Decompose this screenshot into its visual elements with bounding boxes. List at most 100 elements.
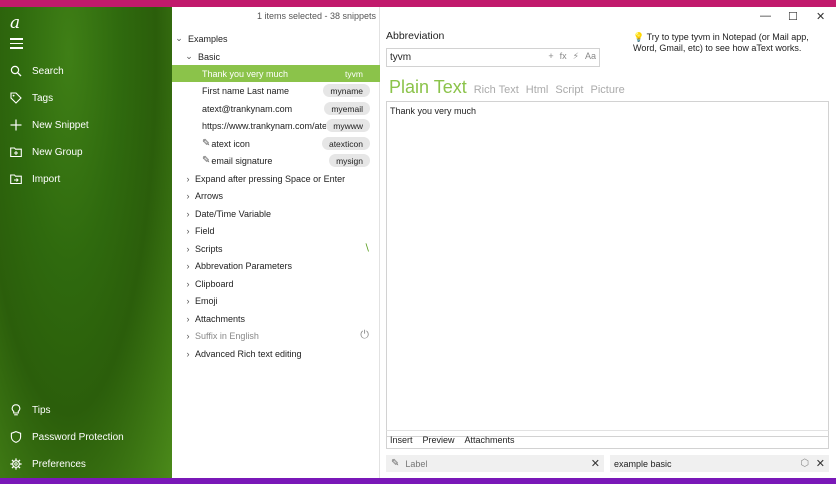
tab-picture[interactable]: Picture <box>591 84 625 96</box>
sidebar-item-label: Import <box>32 173 61 185</box>
sidebar-item-preferences[interactable]: Preferences <box>0 453 172 475</box>
snippet-row[interactable]: ✎ atext icon atexticon <box>172 135 380 152</box>
tree-group-label: Field <box>195 225 215 236</box>
snippet-label: atext icon <box>211 138 250 149</box>
tree-group-label: Attachments <box>195 313 246 324</box>
clear-tags-icon[interactable]: ✕ <box>816 457 825 470</box>
hamburger-menu-icon[interactable] <box>10 38 23 49</box>
tab-plain-text[interactable]: Plain Text <box>389 77 467 98</box>
pen-icon: ✎ <box>202 155 211 166</box>
tree-group-row[interactable]: › Abbrevation Parameters <box>172 257 380 274</box>
tree-group-label: Suffix in English <box>195 330 259 341</box>
snippet-list-pane: 1 items selected - 38 snippets ⌄ Example… <box>172 7 380 478</box>
shield-icon <box>0 431 32 443</box>
tab-script[interactable]: Script <box>555 84 583 96</box>
add-icon[interactable]: + <box>548 51 553 62</box>
tree-group-label: Emoji <box>195 295 218 306</box>
gear-icon <box>0 458 32 470</box>
chevron-down-icon: ⌄ <box>185 51 193 61</box>
label-placeholder: Label <box>405 458 428 469</box>
tree-group-label: Scripts <box>195 243 223 254</box>
snippet-row[interactable]: https://www.trankynam.com/ate mywww <box>172 117 380 134</box>
sidebar: a Search Tags New Snippet New Group Impo… <box>0 7 172 478</box>
sidebar-item-label: New Group <box>32 146 83 158</box>
bulb-icon <box>0 404 32 416</box>
snippet-row[interactable]: First name Last name myname <box>172 82 380 99</box>
lightning-icon[interactable]: ⚡ <box>573 51 579 62</box>
sidebar-item-label: Password Protection <box>32 431 124 443</box>
maximize-icon[interactable]: ☐ <box>788 10 798 23</box>
hint-message: Try to type tyvm in Notepad (or Mail app… <box>633 32 809 53</box>
tree-group-row[interactable]: › Emoji <box>172 292 380 309</box>
snippet-row[interactable]: atext@trankynam.com myemail <box>172 100 380 117</box>
chevron-right-icon: › <box>186 348 190 359</box>
snippet-label: https://www.trankynam.com/ate <box>202 120 326 131</box>
tree-group-row[interactable]: › Arrows <box>172 187 380 204</box>
tree-group-label: Date/Time Variable <box>195 208 272 219</box>
tree-group-row[interactable]: › Suffix in English ⏻ <box>172 327 380 344</box>
tree-group-row[interactable]: › Attachments <box>172 310 380 327</box>
abbreviation-pill: mysign <box>329 154 370 167</box>
label-field[interactable]: ✎ Label ✕ <box>386 455 604 472</box>
clear-label-icon[interactable]: ✕ <box>591 457 600 470</box>
sidebar-item-new-group[interactable]: New Group <box>0 141 172 163</box>
tags-field[interactable]: example basic ⬡ ✕ <box>610 455 829 472</box>
sidebar-item-label: New Snippet <box>32 119 89 131</box>
chevron-right-icon: › <box>186 173 190 184</box>
tree-group-row[interactable]: › Advanced Rich text editing <box>172 345 380 362</box>
plus-icon <box>0 119 32 131</box>
abbreviation-pill: atexticon <box>321 137 370 150</box>
app-logo: a <box>10 13 21 33</box>
tree-group-label: Examples <box>188 33 228 44</box>
sidebar-item-tips[interactable]: Tips <box>0 399 172 421</box>
power-icon[interactable]: ⏻ <box>360 329 369 342</box>
sidebar-item-password-protection[interactable]: Password Protection <box>0 426 172 448</box>
close-window-icon[interactable]: ✕ <box>816 10 825 23</box>
tab-preview[interactable]: Preview <box>423 435 455 445</box>
function-icon[interactable]: fx <box>560 51 567 62</box>
script-indicator-icon: ∖ <box>363 243 370 254</box>
sidebar-item-search[interactable]: Search <box>0 60 172 82</box>
tree-group-row[interactable]: › Field <box>172 222 380 239</box>
sidebar-item-tags[interactable]: Tags <box>0 87 172 109</box>
search-icon <box>0 65 32 77</box>
tree-group-row[interactable]: › Expand after pressing Space or Enter <box>172 170 380 187</box>
tag-icon <box>0 92 32 104</box>
case-icon[interactable]: Aa <box>585 51 596 62</box>
tab-insert[interactable]: Insert <box>390 435 413 445</box>
chevron-right-icon: › <box>186 295 190 306</box>
minimize-icon[interactable]: — <box>760 10 771 22</box>
window-bottom-border <box>0 478 836 484</box>
bulb-icon: 💡 <box>633 32 645 42</box>
chevron-down-icon: ⌄ <box>175 33 183 43</box>
snippet-content: Thank you very much <box>390 106 477 116</box>
tab-html[interactable]: Html <box>526 84 549 96</box>
tab-attachments[interactable]: Attachments <box>465 435 515 445</box>
snippet-editor: — ☐ ✕ Abbreviation tyvm + fx ⚡ Aa 💡 Try … <box>380 7 836 478</box>
chevron-right-icon: › <box>186 208 190 219</box>
chevron-right-icon: › <box>186 260 190 271</box>
snippet-label: email signature <box>211 155 273 166</box>
sidebar-item-import[interactable]: Import <box>0 168 172 190</box>
editor-bottom-tabs: Insert Preview Attachments <box>386 430 829 449</box>
tree-group-label: Advanced Rich text editing <box>195 348 302 359</box>
chevron-right-icon: › <box>186 243 190 254</box>
tags-value: example basic <box>614 458 672 469</box>
chevron-right-icon: › <box>186 190 190 201</box>
abbreviation-input[interactable]: tyvm + fx ⚡ Aa <box>386 48 600 67</box>
tab-rich-text[interactable]: Rich Text <box>474 84 519 96</box>
hint-text: 💡 Try to type tyvm in Notepad (or Mail a… <box>633 32 833 54</box>
snippet-row[interactable]: ✎ email signature mysign <box>172 152 380 169</box>
tree-group-examples[interactable]: ⌄ Examples <box>172 30 380 47</box>
sidebar-item-label: Search <box>32 65 64 77</box>
snippet-content-editor[interactable]: Thank you very much <box>386 101 829 437</box>
window-top-border <box>0 0 836 7</box>
tree-group-row[interactable]: › Date/Time Variable <box>172 205 380 222</box>
sidebar-item-new-snippet[interactable]: New Snippet <box>0 114 172 136</box>
tree-group-basic[interactable]: ⌄ Basic <box>172 48 380 65</box>
snippet-row[interactable]: Thank you very much tyvm <box>172 65 380 82</box>
tree-group-row[interactable]: › Clipboard <box>172 275 380 292</box>
tree-group-row[interactable]: › Scripts ∖ <box>172 240 380 257</box>
selection-status: 1 items selected - 38 snippets <box>256 11 376 21</box>
folder-plus-icon <box>0 146 32 158</box>
